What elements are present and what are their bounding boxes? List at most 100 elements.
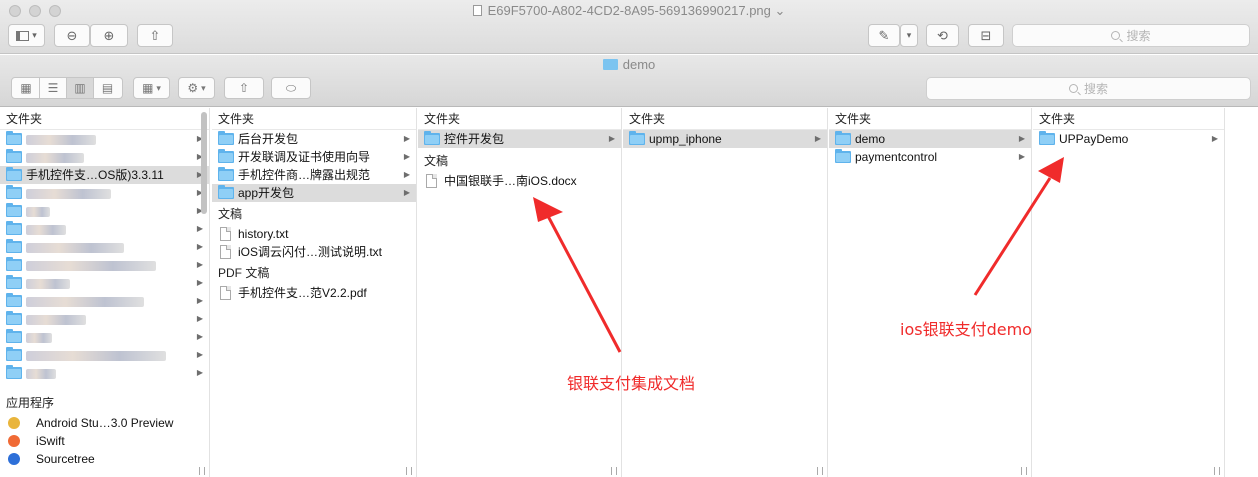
chevron-right-icon: ▶ [403, 188, 410, 197]
list-item[interactable]: ▶ [0, 274, 209, 292]
column-2: 文件夹 后台开发包 ▶ 开发联调及证书使用向导 ▶ 手机控件商…牌露出规范 ▶ app… [212, 108, 417, 477]
zoom-in-button[interactable]: ⊕ [90, 24, 128, 47]
title-chevron-icon[interactable]: ⌄ [775, 3, 786, 18]
preview-search-field[interactable]: 搜索 [1012, 24, 1250, 47]
tags-button[interactable]: ⬭ [271, 77, 311, 99]
zoom-out-button[interactable]: ⊖ [54, 24, 90, 47]
list-item[interactable]: ▶ [0, 220, 209, 238]
list-item[interactable]: Android Stu…3.0 Preview [0, 414, 209, 432]
markup-menu-button[interactable]: ▾ [900, 24, 918, 47]
list-item[interactable]: ▶ [0, 202, 209, 220]
icon-view-icon[interactable]: ▦ [13, 78, 40, 98]
window-title: E69F5700-A802-4CD2-8A95-569136990217.png… [0, 3, 1258, 19]
redacted-label [26, 350, 166, 361]
list-item[interactable]: ▶ [0, 364, 209, 382]
list-item[interactable]: 后台开发包 ▶ [212, 130, 416, 148]
list-item[interactable]: 手机控件商…牌露出规范 ▶ [212, 166, 416, 184]
column-resize-handle[interactable] [1021, 467, 1027, 475]
column-resize-handle[interactable] [1214, 467, 1220, 475]
column-resize-handle[interactable] [817, 467, 823, 475]
list-item[interactable]: iSwift [0, 432, 209, 450]
list-item-selected[interactable]: 手机控件支…OS版)3.3.11 ▶ [0, 166, 209, 184]
list-item[interactable]: history.txt [212, 225, 416, 243]
folder-icon [218, 149, 234, 163]
chevron-right-icon: ▶ [196, 224, 203, 233]
finder-window-title: demo [0, 57, 1258, 72]
list-item[interactable]: ▶ [0, 238, 209, 256]
column-resize-handle[interactable] [406, 467, 412, 475]
scrollbar[interactable] [201, 112, 207, 214]
list-item[interactable]: ▶ [0, 346, 209, 364]
docs-section-header: 文稿 [424, 154, 449, 168]
chevron-right-icon: ▶ [196, 242, 203, 251]
chevron-right-icon: ▶ [196, 260, 203, 269]
list-item[interactable]: paymentcontrol ▶ [829, 148, 1031, 166]
folder-icon [6, 149, 22, 163]
text-file-icon [220, 227, 231, 241]
list-item-selected[interactable]: demo ▶ [829, 130, 1031, 148]
list-item[interactable]: 开发联调及证书使用向导 ▶ [212, 148, 416, 166]
list-item[interactable]: UPPayDemo ▶ [1033, 130, 1224, 148]
column-4: 文件夹 upmp_iphone ▶ [623, 108, 828, 477]
folder-icon [218, 167, 234, 181]
redacted-label [26, 134, 96, 145]
list-item[interactable]: ▶ [0, 148, 209, 166]
folder-icon [218, 131, 234, 145]
folder-icon [629, 131, 645, 145]
list-item[interactable]: iOS调云闪付…测试说明.txt [212, 243, 416, 261]
pen-icon: ✎ [878, 27, 890, 43]
list-item[interactable]: ▶ [0, 292, 209, 310]
rotate-icon: ⟲ [937, 27, 948, 43]
search-icon [1068, 84, 1078, 93]
folder-list: ▶ ▶ 手机控件支…OS版)3.3.11 ▶ ▶ ▶ ▶ ▶ ▶ ▶ ▶ ▶ ▶ … [0, 130, 209, 382]
toolbox-button[interactable]: ⊟ [968, 24, 1004, 47]
list-item[interactable]: ▶ [0, 310, 209, 328]
list-item-selected[interactable]: app开发包 ▶ [212, 184, 416, 202]
list-view-icon[interactable]: ☰ [40, 78, 67, 98]
list-item[interactable]: ▶ [0, 328, 209, 346]
share-button[interactable]: ⇧ [137, 24, 173, 47]
column-view-icon[interactable]: ▥ [67, 78, 94, 98]
chevron-right-icon: ▶ [814, 134, 821, 143]
redacted-label [26, 188, 111, 199]
folder-icon [6, 311, 22, 325]
redacted-label [26, 296, 144, 307]
share-icon: ⇧ [238, 81, 250, 95]
column-6: 文件夹 UPPayDemo ▶ [1033, 108, 1225, 477]
markup-button[interactable]: ✎ [868, 24, 900, 47]
iswift-icon [8, 435, 20, 447]
chevron-down-icon: ▾ [156, 82, 161, 93]
preview-toolbar: E69F5700-A802-4CD2-8A95-569136990217.png… [0, 0, 1258, 54]
chevron-right-icon: ▶ [403, 152, 410, 161]
column-resize-handle[interactable] [199, 467, 205, 475]
list-item-selected[interactable]: upmp_iphone ▶ [623, 130, 827, 148]
list-item[interactable]: 手机控件支…范V2.2.pdf [212, 284, 416, 302]
chevron-right-icon: ▶ [196, 368, 203, 377]
word-file-icon [426, 174, 437, 188]
column-resize-handle[interactable] [611, 467, 617, 475]
chevron-right-icon: ▶ [1211, 134, 1218, 143]
sidebar-toggle-button[interactable]: ▾ [8, 24, 45, 47]
list-item-selected[interactable]: 控件开发包 ▶ [418, 130, 621, 148]
folder-icon [6, 239, 22, 253]
finder-search-field[interactable]: 搜索 [926, 77, 1251, 100]
chevron-right-icon: ▶ [403, 134, 410, 143]
chevron-down-icon: ▾ [201, 82, 206, 93]
chevron-right-icon: ▶ [196, 296, 203, 305]
view-mode-segmented-control[interactable]: ▦ ☰ ▥ ▤ [11, 77, 123, 99]
action-button[interactable]: ⚙ ▾ [178, 77, 215, 99]
list-item[interactable]: ▶ [0, 184, 209, 202]
group-button[interactable]: ▦ ▾ [133, 77, 170, 99]
annotation-doc-label: 银联支付集成文档 [567, 374, 696, 393]
list-item[interactable]: 中国银联手…南iOS.docx [418, 172, 621, 190]
list-item[interactable]: Sourcetree [0, 450, 209, 468]
redacted-label [26, 260, 156, 271]
share-icon: ⇧ [149, 27, 161, 43]
finder-share-button[interactable]: ⇧ [224, 77, 264, 99]
gallery-view-icon[interactable]: ▤ [94, 78, 121, 98]
folder-icon [6, 347, 22, 361]
redacted-label [26, 152, 84, 163]
rotate-button[interactable]: ⟲ [926, 24, 959, 47]
list-item[interactable]: ▶ [0, 256, 209, 274]
list-item[interactable]: ▶ [0, 130, 209, 148]
